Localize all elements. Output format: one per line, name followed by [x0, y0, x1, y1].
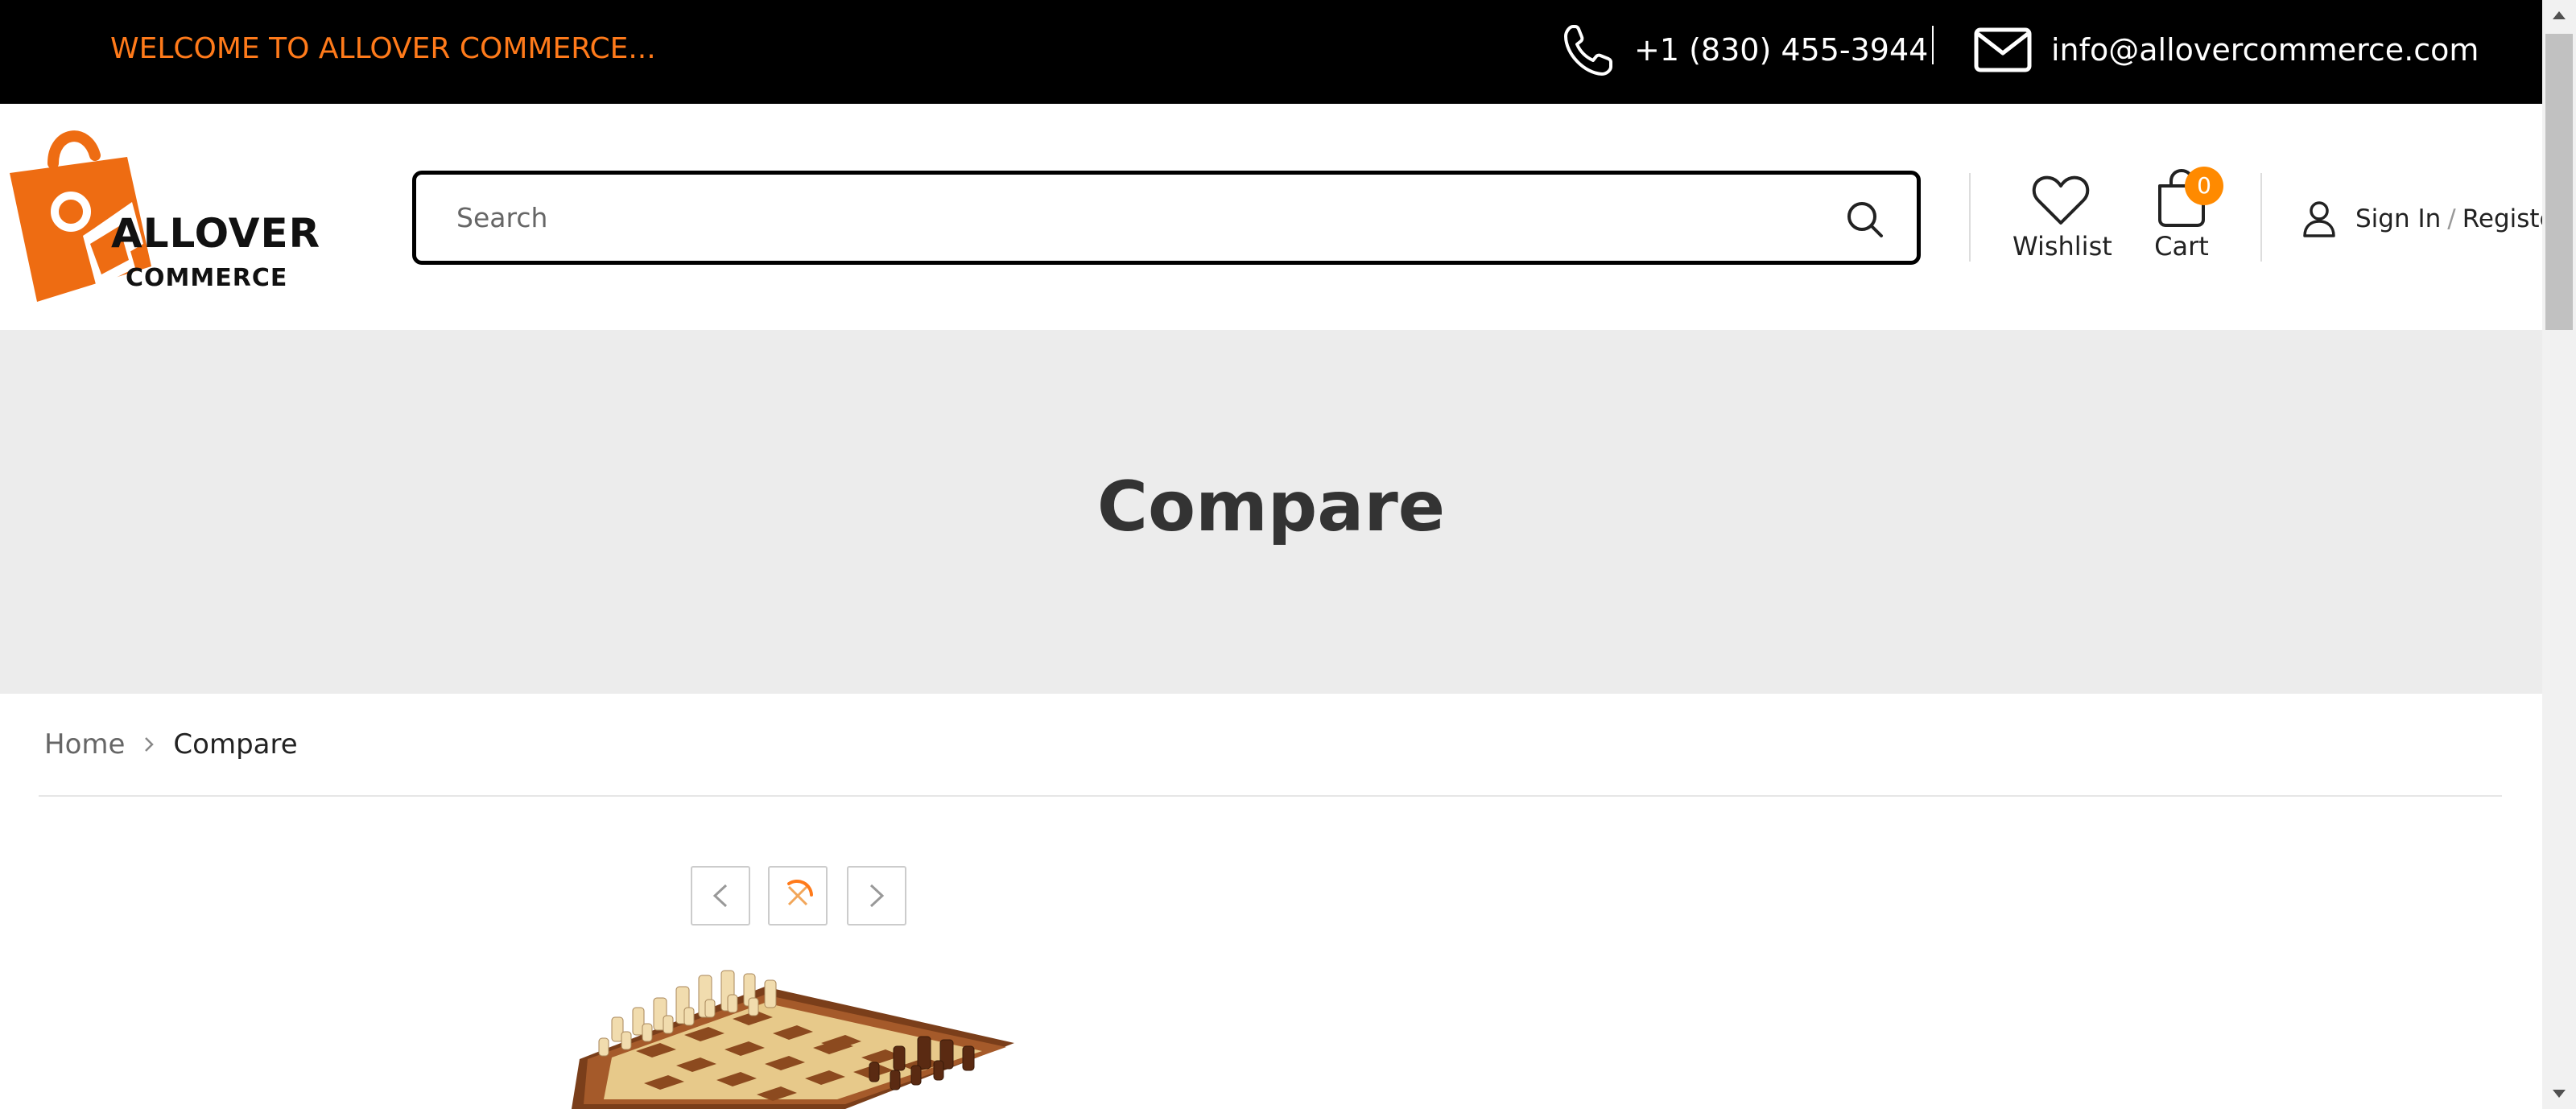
account-separator: /: [2447, 204, 2456, 233]
chess-board-image: [572, 970, 1014, 1109]
header-separator: [1969, 173, 1971, 262]
heart-icon: [2032, 175, 2090, 228]
chevron-right-icon: [141, 733, 157, 756]
search-input[interactable]: [455, 175, 1783, 261]
remove-product-button[interactable]: [768, 866, 828, 926]
account-links: Sign In / Register: [2302, 199, 2565, 239]
header-separator: [2260, 173, 2262, 262]
welcome-message: WELCOME TO ALLOVER COMMERCE...: [110, 32, 656, 65]
page-banner: Compare: [0, 330, 2542, 694]
phone-icon: [1562, 22, 1613, 78]
sign-in-link[interactable]: Sign In: [2355, 204, 2441, 233]
search-bar: [412, 171, 1921, 265]
scrollbar-thumb[interactable]: [2545, 34, 2573, 330]
close-icon: [787, 879, 813, 906]
email-address: info@allovercommerce.com: [2051, 32, 2479, 68]
logo-subtitle: COMMERCE: [126, 264, 288, 292]
phone-contact[interactable]: +1 (830) 455-3944: [1562, 18, 1928, 82]
move-left-button[interactable]: [691, 866, 750, 926]
product-image[interactable]: [564, 963, 1030, 1109]
wishlist-button[interactable]: Wishlist: [2013, 175, 2112, 271]
top-bar: WELCOME TO ALLOVER COMMERCE... +1 (830) …: [0, 0, 2542, 104]
chevron-right-icon: [869, 884, 885, 908]
page-scrollbar[interactable]: [2542, 0, 2576, 1109]
breadcrumb: Home Compare: [44, 724, 298, 765]
cart-count-badge: 0: [2185, 167, 2223, 205]
logo-title: ALLOVER: [111, 210, 321, 257]
chevron-left-icon: [712, 884, 728, 908]
breadcrumb-current: Compare: [173, 728, 298, 761]
site-header: ALLOVER COMMERCE Wishlist: [0, 104, 2565, 330]
page: WELCOME TO ALLOVER COMMERCE... +1 (830) …: [0, 0, 2576, 1109]
site-logo[interactable]: ALLOVER COMMERCE: [6, 115, 320, 316]
mail-icon: [1974, 27, 2032, 72]
phone-number: +1 (830) 455-3944: [1634, 32, 1929, 68]
wishlist-label: Wishlist: [2013, 231, 2112, 262]
search-icon[interactable]: [1844, 199, 1885, 239]
breadcrumb-home-link[interactable]: Home: [44, 728, 125, 761]
user-icon: [2302, 200, 2336, 237]
scroll-down-arrow-icon[interactable]: [2542, 1077, 2576, 1109]
cart-label: Cart: [2154, 231, 2209, 262]
breadcrumb-divider: [39, 795, 2502, 797]
email-contact[interactable]: info@allovercommerce.com: [1974, 18, 2479, 82]
cart-button[interactable]: 0 Cart: [2141, 167, 2223, 273]
move-right-button[interactable]: [847, 866, 906, 926]
topbar-divider: [1932, 26, 1934, 64]
scroll-up-arrow-icon[interactable]: [2542, 0, 2576, 32]
page-title: Compare: [1096, 467, 1446, 547]
